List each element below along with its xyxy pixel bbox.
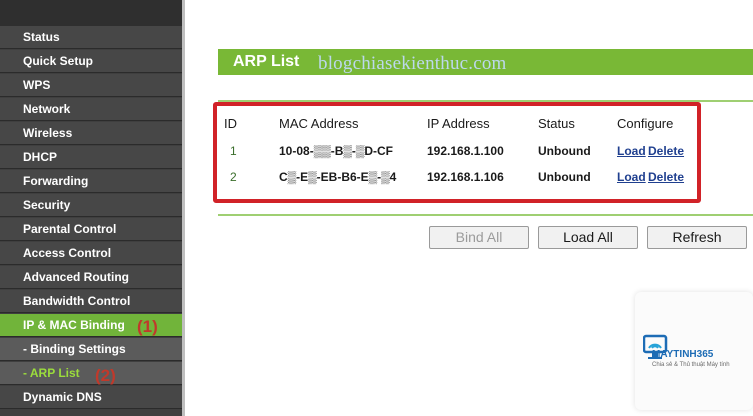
col-header-ip: IP Address	[427, 116, 490, 131]
sidebar-item-access-control[interactable]: Access Control	[0, 242, 182, 265]
col-header-status: Status	[538, 116, 575, 131]
sidebar-item-arp-list[interactable]: - ARP List	[0, 362, 182, 385]
sidebar-item-network[interactable]: Network	[0, 98, 182, 121]
row-id: 2	[230, 170, 237, 184]
row-mac: 10-08-▒▒-B▒-▒D-CF	[279, 144, 394, 158]
annotation-step-1: (1)	[137, 317, 158, 336]
sidebar-item-binding-settings[interactable]: - Binding Settings	[0, 338, 182, 361]
refresh-button[interactable]: Refresh	[647, 226, 747, 249]
delete-link[interactable]: Delete	[648, 144, 684, 158]
sidebar-item-parental-control[interactable]: Parental Control	[0, 218, 182, 241]
sidebar-item-quick-setup[interactable]: Quick Setup	[0, 50, 182, 73]
row-id: 1	[230, 144, 237, 158]
col-header-mac: MAC Address	[279, 116, 359, 131]
load-link[interactable]: Load	[617, 144, 646, 158]
sidebar-item-status[interactable]: Status	[0, 26, 182, 49]
page-title: ARP List	[233, 53, 300, 70]
watermark-text: blogchiasekienthuc.com	[318, 53, 507, 74]
sidebar-item-advanced-routing[interactable]: Advanced Routing	[0, 266, 182, 289]
row-mac: C▒-E▒-EB-B6-E▒-▒4	[279, 170, 397, 184]
row-status: Unbound	[538, 144, 591, 158]
row-ip: 192.168.1.106	[427, 170, 504, 184]
sidebar-item-security[interactable]: Security	[0, 194, 182, 217]
sidebar-item-dhcp[interactable]: DHCP	[0, 146, 182, 169]
row-status: Unbound	[538, 170, 591, 184]
logo-name: MAYTINH365	[652, 349, 714, 360]
sidebar-item-forwarding[interactable]: Forwarding	[0, 170, 182, 193]
col-header-configure: Configure	[617, 116, 674, 131]
sidebar-item-bandwidth-control[interactable]: Bandwidth Control	[0, 290, 182, 313]
sidebar-item-wps[interactable]: WPS	[0, 74, 182, 97]
sidebar-item-dynamic-dns[interactable]: Dynamic DNS	[0, 386, 182, 409]
divider-bottom	[218, 214, 753, 216]
load-all-button[interactable]: Load All	[538, 226, 638, 249]
sidebar-header	[0, 0, 182, 26]
sidebar-item-wireless[interactable]: Wireless	[0, 122, 182, 145]
bind-all-button[interactable]: Bind All	[429, 226, 529, 249]
load-link[interactable]: Load	[617, 170, 646, 184]
logo-tagline: Chia sẻ & Thủ thuật Máy tính	[652, 362, 730, 368]
col-header-id: ID	[224, 116, 237, 131]
delete-link[interactable]: Delete	[648, 170, 684, 184]
row-ip: 192.168.1.100	[427, 144, 504, 158]
annotation-step-2: (2)	[95, 366, 116, 385]
